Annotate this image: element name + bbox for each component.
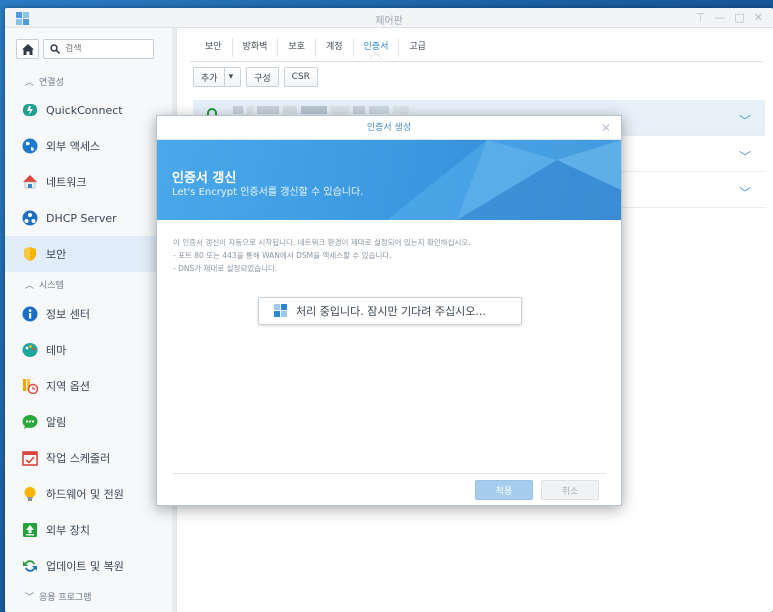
info-line: 이 인증서 갱신이 자동으로 시작됩니다. 네트워크 환경이 제대로 설정되어 … — [173, 238, 471, 247]
sidebar-item-label: QuickConnect — [46, 103, 123, 117]
tab-account[interactable]: 계정 — [316, 38, 354, 57]
dialog-title-bar[interactable]: 인증서 생성 ✕ — [157, 116, 621, 140]
processing-indicator: 처리 중입니다. 잠시만 기다려 주십시오... — [258, 297, 522, 325]
sidebar-item-label: 테마 — [46, 344, 67, 357]
search-field[interactable] — [43, 39, 154, 59]
sidebar-item-label: 외부 장치 — [46, 524, 90, 537]
chevron-up-icon: ︿ — [25, 78, 35, 88]
sidebar-item-label: 보안 — [46, 248, 67, 261]
chevron-up-icon: ︿ — [25, 281, 35, 291]
chevron-down-icon: ﹀ — [25, 593, 35, 603]
tab-divider — [190, 61, 763, 62]
info-line: - 포트 80 또는 443을 통해 WAN에서 DSM을 액세스할 수 있습니… — [173, 251, 392, 260]
configure-button[interactable]: 구성 — [246, 67, 279, 87]
palette-icon — [22, 343, 38, 357]
tab-certificate[interactable]: 인증서 — [354, 38, 400, 57]
globe-icon — [22, 138, 38, 154]
section-label: 응용 프로그램 — [39, 593, 92, 603]
info-text: 이 인증서 갱신이 자동으로 시작됩니다. 네트워크 환경이 제대로 설정되어 … — [173, 236, 471, 275]
section-label: 시스템 — [39, 281, 64, 291]
window-title: 제어판 — [375, 16, 403, 27]
title-bar[interactable]: 제어판 ⊤ — □ ✕ — [5, 8, 773, 28]
redacted-domain — [233, 106, 409, 114]
sidebar-item-hardware-power[interactable]: 하드웨어 및 전원 — [5, 476, 177, 512]
sidebar-item-label: 알림 — [46, 416, 67, 429]
quickconnect-icon — [23, 104, 37, 116]
footer-divider — [172, 473, 606, 474]
sidebar-item-label: 업데이트 및 복원 — [46, 560, 124, 573]
chevron-down-icon[interactable]: ﹀ — [739, 112, 751, 129]
sidebar-item-label: DHCP Server — [46, 211, 117, 225]
maximize-icon[interactable]: □ — [734, 11, 744, 24]
banner-subtitle: Let's Encrypt 인증서를 갱신할 수 있습니다. — [172, 187, 364, 198]
chat-bubble-icon — [22, 415, 38, 429]
tab-protection[interactable]: 보호 — [278, 38, 316, 57]
add-button[interactable]: 추가 ▾ — [193, 67, 242, 87]
sidebar-item-notification[interactable]: 알림 — [5, 404, 177, 440]
home-button[interactable] — [16, 39, 39, 59]
shield-icon — [24, 247, 36, 261]
sidebar-item-security[interactable]: 보안 — [5, 236, 177, 272]
sidebar-item-dhcp-server[interactable]: DHCP Server — [5, 200, 177, 236]
minimize-icon[interactable]: — — [714, 11, 725, 24]
sidebar-item-external-devices[interactable]: 외부 장치 — [5, 512, 177, 548]
tab-bar: 보안 방화벽 보호 계정 인증서 고급 — [195, 38, 436, 57]
section-label: 연결성 — [39, 78, 64, 88]
external-device-icon — [23, 523, 37, 537]
dialog-title: 인증서 생성 — [366, 123, 412, 133]
processing-text: 처리 중입니다. 잠시만 기다려 주십시오... — [296, 305, 486, 318]
section-system[interactable]: ︿ 시스템 — [25, 278, 64, 291]
sidebar-item-quickconnect[interactable]: QuickConnect — [5, 92, 177, 128]
add-button-label: 추가 — [201, 73, 218, 84]
cancel-button[interactable]: 취소 — [541, 480, 599, 500]
dialog-banner: 인증서 갱신 Let's Encrypt 인증서를 갱신할 수 있습니다. — [157, 140, 621, 220]
network-house-icon — [23, 175, 37, 189]
window-controls: ⊤ — □ ✕ — [696, 11, 763, 24]
sidebar-item-label: 네트워크 — [46, 176, 87, 189]
search-input[interactable] — [65, 44, 145, 54]
sidebar-item-label: 지역 옵션 — [46, 380, 90, 393]
info-icon — [22, 306, 38, 322]
close-icon[interactable]: ✕ — [754, 11, 763, 24]
sidebar-item-update-restore[interactable]: 업데이트 및 복원 — [5, 548, 177, 584]
home-icon — [21, 43, 34, 55]
calendar-icon — [22, 451, 38, 466]
sidebar: ︿ 연결성 QuickConnect 외부 액세스 네트워크 — [5, 28, 177, 612]
chevron-down-icon[interactable]: ﹀ — [739, 184, 751, 201]
csr-button[interactable]: CSR — [283, 67, 318, 87]
sidebar-item-theme[interactable]: 테마 — [5, 332, 177, 368]
info-line: - DNS가 제대로 설정되었습니다. — [173, 264, 278, 273]
sidebar-item-label: 작업 스케줄러 — [46, 452, 111, 465]
sidebar-item-label: 외부 액세스 — [46, 140, 101, 153]
loading-squares-icon — [274, 304, 287, 317]
dhcp-icon — [22, 210, 38, 226]
tab-security[interactable]: 보안 — [195, 38, 233, 57]
chevron-down-icon[interactable]: ﹀ — [739, 148, 751, 165]
certificate-dialog: 인증서 생성 ✕ 인증서 갱신 Let's Encrypt 인증서를 갱신할 수… — [156, 115, 622, 506]
search-icon — [50, 44, 60, 54]
dropdown-arrow-icon[interactable]: ▾ — [223, 68, 233, 86]
pin-icon[interactable]: ⊤ — [696, 11, 706, 24]
apply-button[interactable]: 적용 — [475, 480, 533, 500]
close-icon[interactable]: ✕ — [601, 116, 611, 140]
sidebar-item-external-access[interactable]: 외부 액세스 — [5, 128, 177, 164]
sidebar-item-task-scheduler[interactable]: 작업 스케줄러 — [5, 440, 177, 476]
sidebar-item-label: 정보 센터 — [46, 308, 90, 321]
section-connectivity[interactable]: ︿ 연결성 — [25, 75, 64, 88]
sidebar-item-network[interactable]: 네트워크 — [5, 164, 177, 200]
tab-advanced[interactable]: 고급 — [399, 38, 436, 57]
section-apps[interactable]: ﹀ 응용 프로그램 — [25, 590, 92, 603]
sidebar-item-regional-options[interactable]: 지역 옵션 — [5, 368, 177, 404]
update-arrows-icon — [23, 560, 37, 572]
sidebar-item-info-center[interactable]: 정보 센터 — [5, 296, 177, 332]
lightbulb-icon — [24, 487, 36, 501]
regional-clock-icon — [23, 379, 38, 394]
toolbar: 추가 ▾ 구성 CSR — [193, 67, 318, 87]
sidebar-item-label: 하드웨어 및 전원 — [46, 488, 124, 501]
tab-firewall[interactable]: 방화벽 — [233, 38, 279, 57]
